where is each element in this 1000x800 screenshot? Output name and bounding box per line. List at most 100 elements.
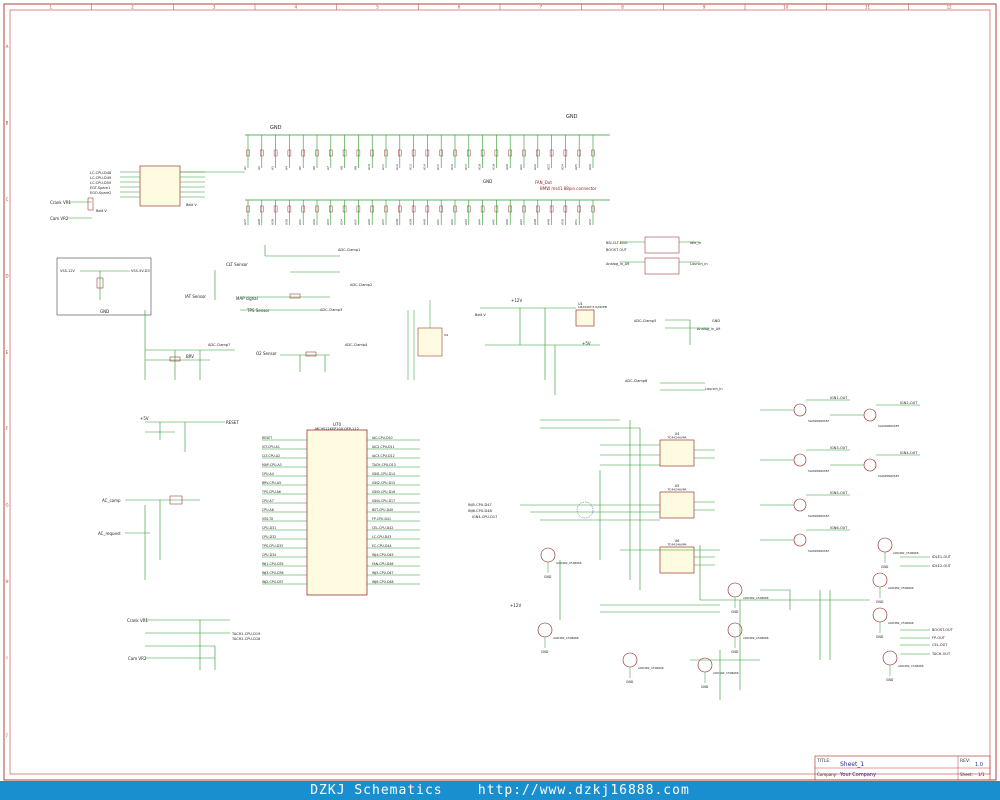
mcu-right-pin: IGN3-CPU-D16 [372, 490, 395, 494]
mcu-left-pin: CPU-A8 [262, 508, 274, 512]
connector-pin-A16: A16 [450, 164, 454, 170]
svg-text:IGN4-CPU-D17: IGN4-CPU-D17 [472, 515, 497, 519]
connector-pin-A33: A33 [326, 219, 330, 225]
igbt-symbol [863, 458, 877, 472]
igbt-part: SGW20N60S87 [878, 424, 899, 428]
mcu-right-pin: IAC-CPU-D10 [372, 436, 393, 440]
cam-vr-label: Cam VR2 [50, 216, 69, 221]
mcu-right-pin: FAN-CPU-D46 [372, 562, 393, 566]
frame-row-A: A [6, 44, 9, 49]
sheet-frame-outer [3, 3, 997, 781]
svg-text:LC-CPU-D50: LC-CPU-D50 [90, 181, 111, 185]
connector-pin-A23: A23 [547, 164, 551, 170]
frame-col-1: 1 [50, 5, 53, 10]
driver-U6 [659, 546, 695, 574]
driver-part: TC4424AVPA [667, 488, 688, 492]
fet-part: AOD482_C506666 [893, 551, 919, 555]
fet-gnd: GND [886, 678, 894, 682]
mcu-left-pin: CLT-CPU-A2 [262, 454, 280, 458]
mcu-right-pin: BST-CPU-D40 [372, 508, 393, 512]
sheet-label: Sheet: [960, 772, 973, 777]
gate-drivers: U4TC4424AVPAU5TC4424AVPAU6TC4424AVPA INJ… [468, 419, 715, 590]
frame-row-I: I [6, 655, 7, 660]
driver-U5 [659, 491, 695, 519]
mcu-right-pin: LC-CPU-D43 [372, 535, 391, 539]
connector-pin-A7: A7 [326, 166, 330, 170]
connector-pin-A35: A35 [353, 219, 357, 225]
igbt-output-label: IGN5-OUT [830, 491, 848, 495]
connector-pin-A17: A17 [464, 164, 468, 170]
title-block: TITLE: Sheet_1 REV: 1.0 Company: Your Co… [814, 755, 991, 781]
frame-row-G: G [5, 503, 8, 508]
fet-part: AOD482_C506666 [888, 586, 914, 590]
connector-pin-A49: A49 [547, 219, 551, 225]
connector-pin-A40: A40 [422, 219, 426, 225]
fet-symbol [622, 652, 638, 668]
connector-pin-A14: A14 [422, 164, 426, 170]
connector-pin-A12: A12 [395, 164, 399, 170]
knock-ic: U9 [407, 300, 448, 380]
mcu-left-pin: TPS-CPU-A6 [261, 490, 281, 494]
vss-label: VSS-12V [60, 269, 76, 273]
connector-pin-A21: A21 [519, 164, 523, 170]
fet-symbol [540, 547, 556, 563]
frame-col-2: 2 [131, 5, 134, 10]
frame-col-10: 10 [783, 5, 789, 10]
sheet-frame-inner [9, 9, 991, 775]
company-value: Your Company [839, 772, 876, 778]
connector-pin-A27: A27 [243, 219, 247, 225]
clamp-4: ADC-Clamp4 [345, 343, 368, 347]
fet-gnd: GND [876, 635, 884, 639]
connector-pin-A6: A6 [312, 166, 316, 170]
mcu-right-pin: IAC2-CPU-D11 [372, 445, 395, 449]
igbt-part: SGW20N60S87 [808, 469, 829, 473]
connector-pin-A48: A48 [533, 219, 537, 225]
company-label: Company: [817, 772, 837, 777]
connector-pin-A44: A44 [478, 219, 482, 225]
connector-pin-A37: A37 [381, 219, 385, 225]
igbt-part: SGW20N60S87 [808, 549, 829, 553]
connector-pin-A9: A9 [353, 166, 357, 170]
clamp-1: ADC-Clamp1 [338, 248, 360, 252]
aux-connectors: BSI-CLT-EGO BOOST OUT Analog_in_A9 Idle_… [606, 236, 723, 391]
low-side-fets: AOD482_C506666 GND AOD482_C506666 GND AOD482… [537, 537, 924, 689]
can-transceiver-block: LC-CPU-D48 LC-CPU-D49 LC-CPU-D50 EGT-Spa… [90, 165, 245, 207]
mcu-left-pin: CPU-D31 [262, 526, 276, 530]
svg-text:TACH2-CPU-D18: TACH2-CPU-D18 [231, 637, 260, 641]
fet-gnd: GND [876, 600, 884, 604]
reg-batt: Batt V [475, 313, 486, 317]
igbt-part: SGW20N60S87 [808, 419, 829, 423]
svg-text:LC-CPU-D49: LC-CPU-D49 [90, 176, 111, 180]
fet-gnd: GND [626, 680, 634, 684]
ignition-igbts: IGN1-OUT SGW20N60S87 IGN2-OUT SGW20N60S87 IG… [760, 396, 920, 553]
fet-gnd: GND [881, 565, 889, 569]
fet-part: AOD482_C506666 [713, 671, 739, 675]
driver-part: TC4424AVPA [667, 543, 688, 547]
connector-pin-A29: A29 [271, 219, 275, 225]
connector-pin-A45: A45 [491, 219, 495, 225]
connector-pin-A42: A42 [450, 219, 454, 225]
rev-value: 1.0 [975, 762, 983, 768]
connector-pin-A39: A39 [409, 219, 413, 225]
title-label: TITLE: [816, 758, 831, 764]
connector-pin-A2: A2 [257, 166, 261, 170]
connector-pin-A28: A28 [257, 219, 261, 225]
frame-col-4: 4 [295, 5, 298, 10]
schematic-sheet: 1 2 3 4 5 6 7 8 9 10 11 12 ABCDEFGHIJ TITLE: Sheet_… [3, 3, 997, 781]
gnd-label-mid: GND [483, 179, 492, 184]
gnd-label-top: GND [270, 125, 282, 131]
frame-col-8: 8 [621, 5, 624, 10]
connector-pin-A13: A13 [409, 164, 413, 170]
clamp-2: ADC-Clamp2 [350, 283, 372, 287]
frame-row-labels: A B C D E F G H I J [5, 44, 8, 737]
vr-input-block: Crank VR1 Cam VR2 Batt V [50, 197, 107, 221]
launch-label: Launch_in [690, 262, 708, 266]
main-connector: A1 A2 A3 A4 A5 A6 A7 A8 A9 A10 A11 A12 A13 A14 A15 A16 A… [243, 114, 610, 225]
connector-pin-A43: A43 [464, 219, 468, 225]
frame-row-F: F [6, 426, 9, 431]
connector-pin-A18: A18 [478, 164, 482, 170]
fet-symbol [882, 650, 898, 666]
connector-pin-A52: A52 [588, 219, 592, 225]
vss-input-block: VSS-12V VSS-5V-D3 GND [56, 257, 152, 316]
svg-text:Cam VR2: Cam VR2 [128, 656, 147, 661]
